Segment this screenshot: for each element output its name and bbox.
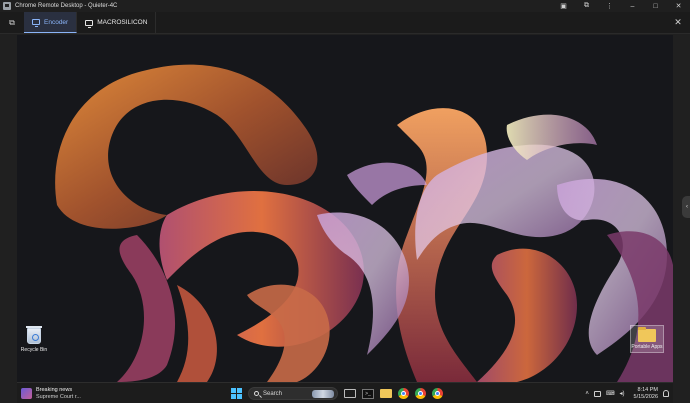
taskbar-search[interactable]: Search	[248, 387, 338, 400]
desktop-icon-label: Recycle Bin	[20, 347, 48, 353]
sessions-icon[interactable]: ⧉	[0, 12, 24, 33]
system-tray: ˄ ⌨ ◂) 8:14 PM 5/15/2026	[585, 385, 669, 402]
tab-label: MACROSILICON	[97, 19, 148, 26]
recycle-bin-icon	[26, 326, 42, 344]
search-icon	[254, 391, 259, 396]
file-explorer-icon[interactable]	[380, 389, 392, 398]
tab-macrosilicon[interactable]: MACROSILICON	[77, 12, 157, 33]
remote-desktop-view[interactable]: Recycle Bin Portable Apps	[17, 35, 673, 382]
search-label: Search	[263, 390, 283, 397]
recycle-bin-shortcut[interactable]: Recycle Bin	[17, 326, 54, 353]
restore-icon[interactable]: ▣	[552, 0, 575, 12]
start-button[interactable]	[231, 388, 242, 399]
chrome-icon[interactable]	[432, 388, 443, 399]
taskbar-center: Search >_	[231, 385, 443, 402]
left-gutter	[0, 35, 17, 403]
news-subtitle: Supreme Court r...	[36, 393, 81, 400]
chrome-icon[interactable]	[398, 388, 409, 399]
monitor-icon	[85, 19, 94, 28]
window-titlebar: Chrome Remote Desktop - Quieter-4C ▣ ⧉ ⋮…	[0, 0, 690, 12]
search-highlight-image	[312, 390, 334, 398]
notification-bell-icon[interactable]	[663, 390, 669, 397]
close-session-icon[interactable]: ✕	[666, 12, 690, 33]
desktop-icon-label: Portable Apps	[631, 344, 663, 350]
close-icon[interactable]: ✕	[667, 0, 690, 12]
minimize-icon[interactable]: –	[621, 0, 644, 12]
window-title: Chrome Remote Desktop - Quieter-4C	[15, 3, 118, 9]
volume-icon[interactable]: ◂)	[620, 390, 625, 397]
clock-date: 5/15/2026	[633, 393, 658, 400]
maximize-icon[interactable]: □	[644, 0, 667, 12]
chrome-icon[interactable]	[415, 388, 426, 399]
clock-time: 8:14 PM	[637, 386, 658, 393]
monitor-icon	[32, 19, 40, 27]
extension-icon[interactable]: ⧉	[575, 0, 598, 12]
tab-encoder[interactable]: Encoder	[24, 12, 78, 33]
side-panel-toggle[interactable]: ‹	[682, 196, 690, 218]
portable-apps-shortcut[interactable]: Portable Apps	[630, 325, 664, 353]
clock[interactable]: 8:14 PM 5/15/2026	[634, 387, 658, 401]
terminal-icon[interactable]: >_	[362, 388, 374, 399]
remote-desktop-icon	[3, 2, 11, 10]
wallpaper	[17, 35, 673, 382]
more-icon[interactable]: ⋮	[598, 0, 621, 12]
news-title: Breaking news	[36, 386, 73, 393]
taskbar: Breaking news Supreme Court r... Search …	[17, 382, 673, 403]
tab-label: Encoder	[44, 18, 69, 26]
network-icon[interactable]: ⌨	[606, 390, 615, 397]
chevron-left-icon: ‹	[686, 204, 688, 210]
task-view-icon[interactable]	[344, 389, 356, 398]
folder-icon	[638, 327, 656, 342]
right-gutter	[673, 35, 690, 403]
news-widget[interactable]: Breaking news Supreme Court r...	[21, 385, 81, 402]
display-icon[interactable]	[593, 390, 601, 397]
chevron-up-icon[interactable]: ˄	[585, 391, 589, 397]
news-icon	[21, 388, 32, 399]
session-tabbar: ⧉ Encoder MACROSILICON ✕	[0, 12, 690, 34]
